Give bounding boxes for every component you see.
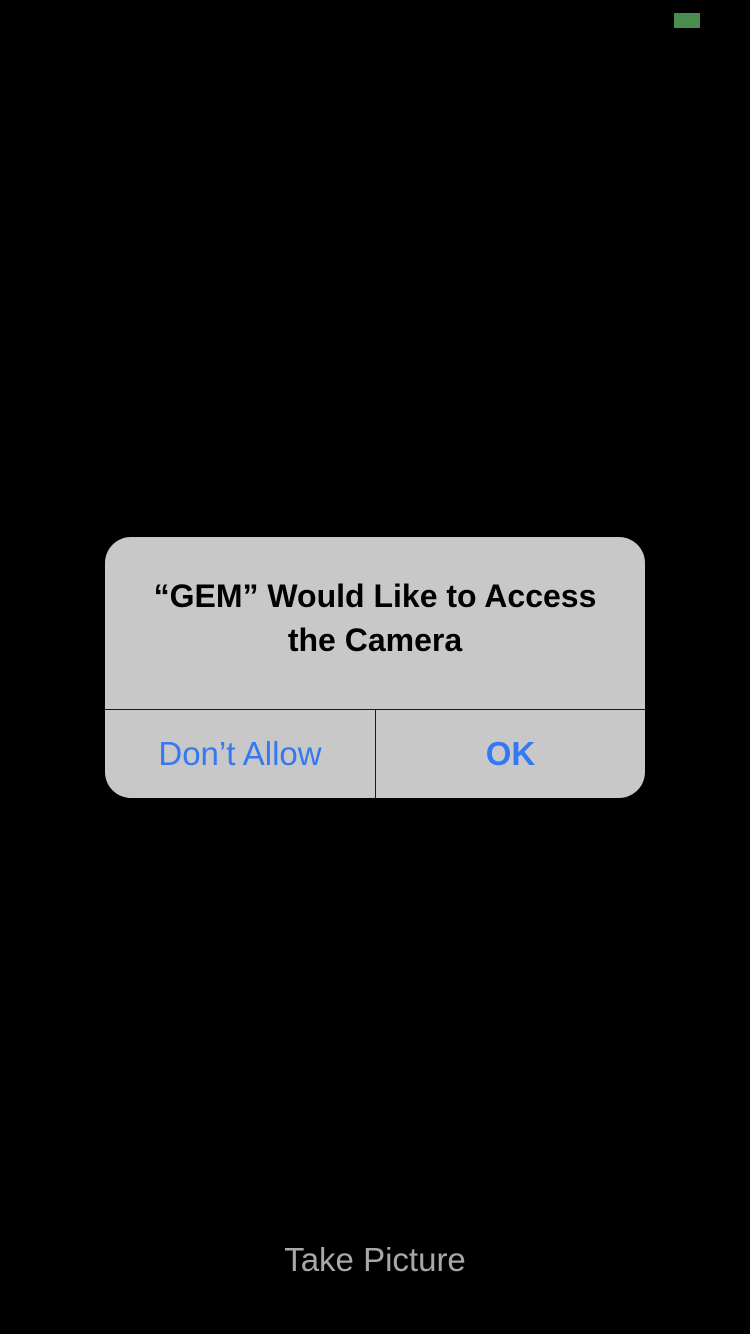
take-picture-button[interactable]: Take Picture bbox=[0, 1238, 750, 1282]
ok-button[interactable]: OK bbox=[376, 710, 645, 798]
camera-screen: “GEM” Would Like to Access the Camera Do… bbox=[0, 0, 750, 1334]
alert-title: “GEM” Would Like to Access the Camera bbox=[105, 574, 645, 662]
camera-permission-alert: “GEM” Would Like to Access the Camera Do… bbox=[105, 537, 645, 798]
alert-title-line-2: the Camera bbox=[287, 622, 463, 658]
dont-allow-button[interactable]: Don’t Allow bbox=[105, 710, 375, 798]
alert-title-line-1: “GEM” Would Like to Access bbox=[153, 578, 597, 614]
alert-overlay: “GEM” Would Like to Access the Camera Do… bbox=[0, 0, 750, 1334]
